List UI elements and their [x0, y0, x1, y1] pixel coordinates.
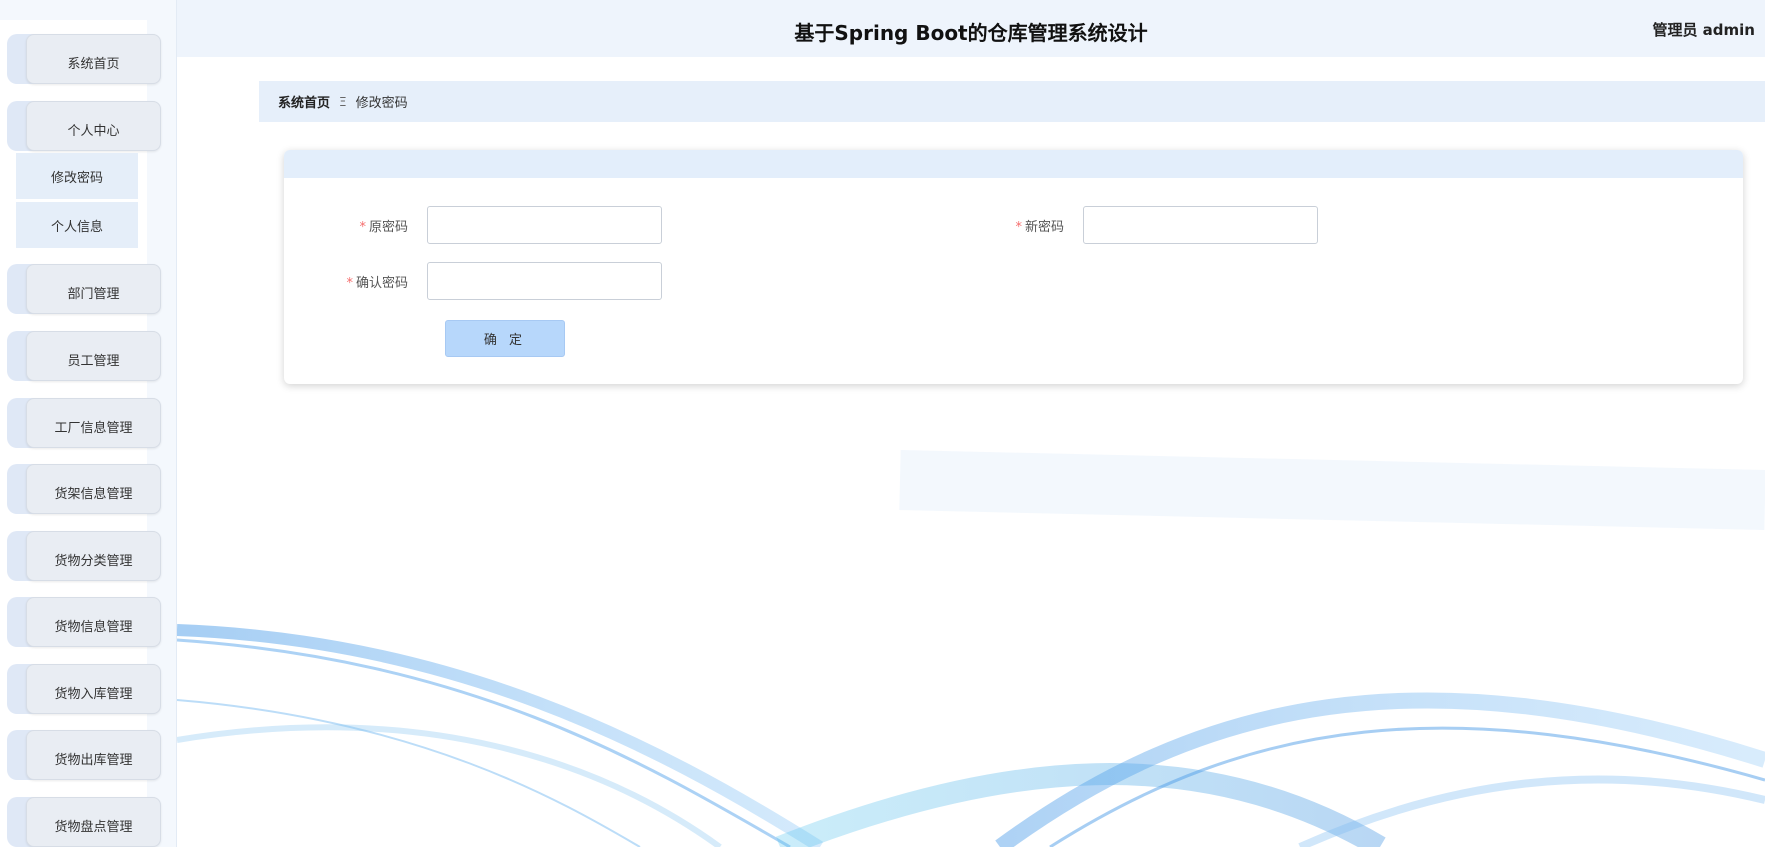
sidebar-item-home[interactable]: 系统首页 [7, 34, 161, 84]
sidebar-subitem-change-password[interactable]: 修改密码 [16, 153, 138, 199]
sidebar-item-label[interactable]: 货物盘点管理 [26, 797, 161, 847]
user-label[interactable]: 管理员 admin [1652, 19, 1755, 40]
old-password-input[interactable] [427, 206, 662, 244]
sidebar-item-goods-outbound[interactable]: 货物出库管理 [7, 730, 161, 780]
sidebar-subitem-personal-info[interactable]: 个人信息 [16, 202, 138, 248]
app-title: 基于Spring Boot的仓库管理系统设计 [794, 21, 1148, 45]
sidebar-item-label[interactable]: 个人中心 [26, 101, 161, 151]
sidebar-item-label[interactable]: 系统首页 [26, 34, 161, 84]
confirm-password-label: * 确认密码 [346, 275, 408, 291]
sidebar-item-employee[interactable]: 员工管理 [7, 331, 161, 381]
sidebar-menu: 系统首页 个人中心 修改密码 个人信息 部门管理 员工管理 工厂信息管理 货架信… [0, 0, 177, 847]
breadcrumb-separator-icon: Ξ [339, 94, 347, 109]
required-mark: * [346, 275, 353, 291]
sidebar-item-factory[interactable]: 工厂信息管理 [7, 398, 161, 448]
sidebar-item-department[interactable]: 部门管理 [7, 264, 161, 314]
sidebar-item-goods-info[interactable]: 货物信息管理 [7, 597, 161, 647]
sidebar-item-label[interactable]: 部门管理 [26, 264, 161, 314]
top-header: 基于Spring Boot的仓库管理系统设计 管理员 admin [177, 0, 1765, 57]
sidebar-item-goods-category[interactable]: 货物分类管理 [7, 531, 161, 581]
sidebar-item-shelf[interactable]: 货架信息管理 [7, 464, 161, 514]
sidebar-item-label[interactable]: 货物信息管理 [26, 597, 161, 647]
breadcrumb: 系统首页 Ξ 修改密码 [259, 81, 1765, 122]
old-password-label: * 原密码 [359, 219, 408, 235]
new-password-row: * 新密码 [940, 206, 1318, 244]
breadcrumb-current: 修改密码 [355, 96, 408, 111]
sidebar-item-goods-inbound[interactable]: 货物入库管理 [7, 664, 161, 714]
background-wave-decoration [176, 450, 1765, 847]
sidebar-item-label[interactable]: 货物入库管理 [26, 664, 161, 714]
confirm-password-row: * 确认密码 [284, 262, 662, 300]
sidebar-item-goods-inventory[interactable]: 货物盘点管理 [7, 797, 161, 847]
confirm-password-input[interactable] [427, 262, 662, 300]
new-password-input[interactable] [1083, 206, 1318, 244]
sidebar-item-label[interactable]: 货架信息管理 [26, 464, 161, 514]
breadcrumb-home-link[interactable]: 系统首页 [278, 92, 330, 111]
change-password-form-card: * 原密码 * 新密码 * 确认密码 确 定 [284, 150, 1743, 384]
sidebar-item-label[interactable]: 货物分类管理 [26, 531, 161, 581]
new-password-label: * 新密码 [1015, 219, 1064, 235]
sidebar-item-label[interactable]: 工厂信息管理 [26, 398, 161, 448]
required-mark: * [359, 219, 366, 235]
card-header-bar [284, 150, 1743, 178]
required-mark: * [1015, 219, 1022, 235]
confirm-button[interactable]: 确 定 [445, 320, 565, 357]
sidebar-item-label[interactable]: 员工管理 [26, 331, 161, 381]
sidebar-item-label[interactable]: 货物出库管理 [26, 730, 161, 780]
sidebar-item-personal-center[interactable]: 个人中心 [7, 101, 161, 151]
old-password-row: * 原密码 [284, 206, 662, 244]
